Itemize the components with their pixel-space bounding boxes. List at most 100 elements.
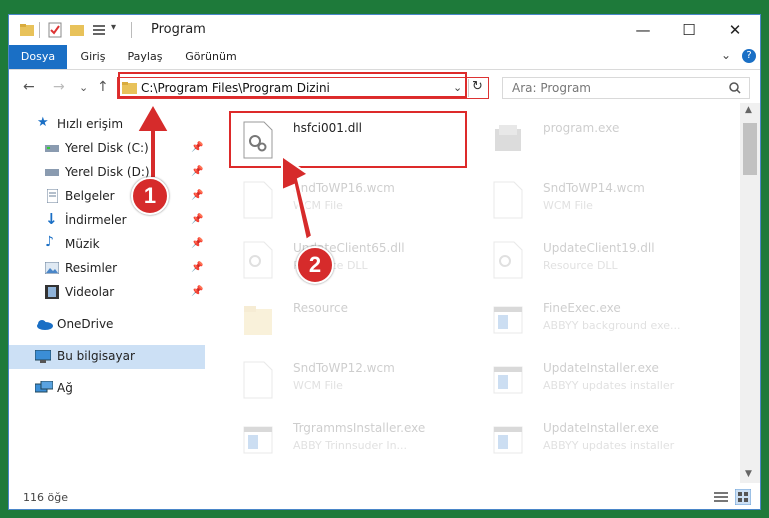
separator bbox=[39, 22, 40, 38]
tab-giris[interactable]: Giriş bbox=[73, 45, 113, 69]
file-type: Resource DLL bbox=[543, 259, 618, 272]
address-highlight bbox=[118, 72, 467, 98]
file-name: TrgrammsInstaller.exe bbox=[293, 421, 426, 435]
computer-icon bbox=[35, 350, 51, 363]
sidebar-item-disk-d[interactable]: Yerel Disk (D:) 📌 bbox=[9, 161, 205, 185]
search-icon[interactable] bbox=[729, 82, 741, 94]
pin-icon: 📌 bbox=[191, 214, 204, 225]
file-item-sndtowp16[interactable]: SndToWP16.wcm WCM File bbox=[233, 175, 473, 227]
file-item-updateclient19[interactable]: UpdateClient19.dll Resource DLL bbox=[483, 235, 723, 287]
sidebar-item-videos[interactable]: Videolar 📌 bbox=[9, 281, 205, 305]
dll-icon bbox=[493, 241, 523, 279]
back-button[interactable]: ← bbox=[23, 79, 35, 95]
folder-icon bbox=[244, 306, 272, 335]
expand-ribbon-icon[interactable]: ⌄ bbox=[721, 48, 731, 62]
sidebar-item-label: Yerel Disk (C:) bbox=[65, 141, 149, 155]
file-type: ABBY Trinnsuder In... bbox=[293, 439, 408, 452]
up-button[interactable]: ↑ bbox=[97, 79, 109, 95]
tab-paylas[interactable]: Paylaş bbox=[121, 45, 169, 69]
properties-icon[interactable] bbox=[47, 22, 63, 38]
recent-locations-button[interactable]: ⌄ bbox=[79, 81, 88, 94]
pin-icon: 📌 bbox=[191, 166, 204, 177]
sidebar-item-onedrive[interactable]: OneDrive bbox=[9, 313, 205, 337]
sidebar-item-quick-access[interactable]: ★ Hızlı erişim bbox=[9, 113, 205, 137]
blank-file-icon bbox=[493, 181, 523, 219]
help-icon[interactable]: ? bbox=[742, 49, 756, 63]
sidebar-item-pictures[interactable]: Resimler 📌 bbox=[9, 257, 205, 281]
minimize-button[interactable]: — bbox=[620, 15, 666, 45]
file-type: ABBYY updates installer bbox=[543, 379, 675, 392]
file-item-sndtowp14[interactable]: SndToWP14.wcm WCM File bbox=[483, 175, 723, 227]
sidebar-item-this-pc[interactable]: Bu bilgisayar bbox=[9, 345, 205, 369]
sidebar-item-documents[interactable]: Belgeler 📌 bbox=[9, 185, 205, 209]
navigation-pane: ★ Hızlı erişim Yerel Disk (C:) 📌 Yerel D… bbox=[9, 103, 205, 483]
blank-file-icon bbox=[243, 181, 273, 219]
blank-file-icon bbox=[243, 361, 273, 399]
video-icon bbox=[45, 285, 59, 299]
file-item-fineexec[interactable]: FineExec.exe ABBYY background exe... bbox=[483, 295, 723, 347]
file-item-trgrammsinstaller[interactable]: TrgrammsInstaller.exe ABBY Trinnsuder In… bbox=[233, 415, 473, 467]
quick-access-dropdown-icon[interactable]: ▾ bbox=[111, 22, 116, 38]
sidebar-item-music[interactable]: ♪ Müzik 📌 bbox=[9, 233, 205, 257]
sidebar-item-network[interactable]: Ağ bbox=[9, 377, 205, 401]
scroll-down-icon[interactable]: ▼ bbox=[745, 469, 752, 479]
file-item-updateclient65[interactable]: UpdateClient65.dll Resource DLL bbox=[233, 235, 473, 287]
status-bar: 116 öğe bbox=[9, 485, 760, 509]
app-window-icon bbox=[493, 306, 523, 334]
file-type: WCM File bbox=[293, 199, 343, 212]
pin-icon: 📌 bbox=[191, 190, 204, 201]
app-window-icon bbox=[493, 426, 523, 454]
tab-dosya[interactable]: Dosya bbox=[9, 45, 67, 69]
item-count: 116 öğe bbox=[23, 491, 68, 504]
pin-icon: 📌 bbox=[191, 286, 204, 297]
file-name: program.exe bbox=[543, 121, 620, 135]
file-item-sndtowp12[interactable]: SndToWP12.wcm WCM File bbox=[233, 355, 473, 407]
sidebar-item-label: Resimler bbox=[65, 261, 118, 275]
document-icon bbox=[47, 189, 58, 203]
file-name: UpdateInstaller.exe bbox=[543, 361, 659, 375]
details-view-icon[interactable] bbox=[714, 491, 728, 503]
file-name: SndToWP12.wcm bbox=[293, 361, 395, 375]
file-highlight bbox=[229, 111, 467, 168]
new-folder-icon[interactable] bbox=[69, 22, 85, 38]
vertical-scrollbar[interactable]: ▲ ▼ bbox=[740, 103, 760, 483]
file-item-resource-folder[interactable]: Resource bbox=[233, 295, 473, 347]
app-window-icon bbox=[493, 366, 523, 394]
search-box[interactable]: Ara: Program bbox=[502, 77, 750, 99]
maximize-button[interactable]: ☐ bbox=[666, 15, 712, 45]
file-item-updateinstaller[interactable]: UpdateInstaller.exe ABBYY updates instal… bbox=[483, 355, 723, 407]
separator bbox=[131, 22, 132, 38]
folder-icon bbox=[20, 24, 34, 36]
customize-icon[interactable] bbox=[91, 22, 107, 38]
file-item-updateinstaller-2[interactable]: UpdateInstaller.exe ABBYY updates instal… bbox=[483, 415, 723, 467]
dll-icon bbox=[243, 241, 273, 279]
forward-button[interactable]: → bbox=[53, 79, 65, 95]
title-bar: ▾ Program — ☐ ✕ bbox=[9, 15, 760, 45]
sidebar-item-label: Hızlı erişim bbox=[57, 117, 124, 131]
file-item-program-exe[interactable]: program.exe bbox=[483, 115, 723, 167]
app-window-icon bbox=[243, 426, 273, 454]
sidebar-item-disk-c[interactable]: Yerel Disk (C:) 📌 bbox=[9, 137, 205, 161]
search-input[interactable]: Ara: Program bbox=[512, 81, 591, 95]
sidebar-item-label: OneDrive bbox=[57, 317, 114, 331]
step-badge-1: 1 bbox=[131, 177, 169, 215]
sidebar-item-label: Belgeler bbox=[65, 189, 115, 203]
star-icon: ★ bbox=[37, 115, 49, 130]
file-name: Resource bbox=[293, 301, 349, 315]
sidebar-item-downloads[interactable]: ↓ İndirmeler 📌 bbox=[9, 209, 205, 233]
ribbon: Dosya Giriş Paylaş Görünüm ⌄ ? bbox=[9, 45, 760, 70]
refresh-icon[interactable]: ↻ bbox=[472, 79, 483, 94]
download-icon: ↓ bbox=[45, 210, 58, 228]
large-icons-view-icon[interactable] bbox=[735, 489, 751, 505]
scroll-thumb[interactable] bbox=[743, 123, 757, 175]
tab-gorunum[interactable]: Görünüm bbox=[181, 45, 241, 69]
scroll-up-icon[interactable]: ▲ bbox=[745, 105, 752, 115]
close-button[interactable]: ✕ bbox=[712, 15, 758, 45]
drive-icon bbox=[45, 169, 59, 176]
file-type: ABBYY background exe... bbox=[543, 319, 681, 332]
file-name: SndToWP14.wcm bbox=[543, 181, 645, 195]
music-icon: ♪ bbox=[45, 234, 54, 250]
file-name: SndToWP16.wcm bbox=[293, 181, 395, 195]
window-title: Program bbox=[151, 22, 206, 37]
step-badge-2: 2 bbox=[296, 246, 334, 284]
